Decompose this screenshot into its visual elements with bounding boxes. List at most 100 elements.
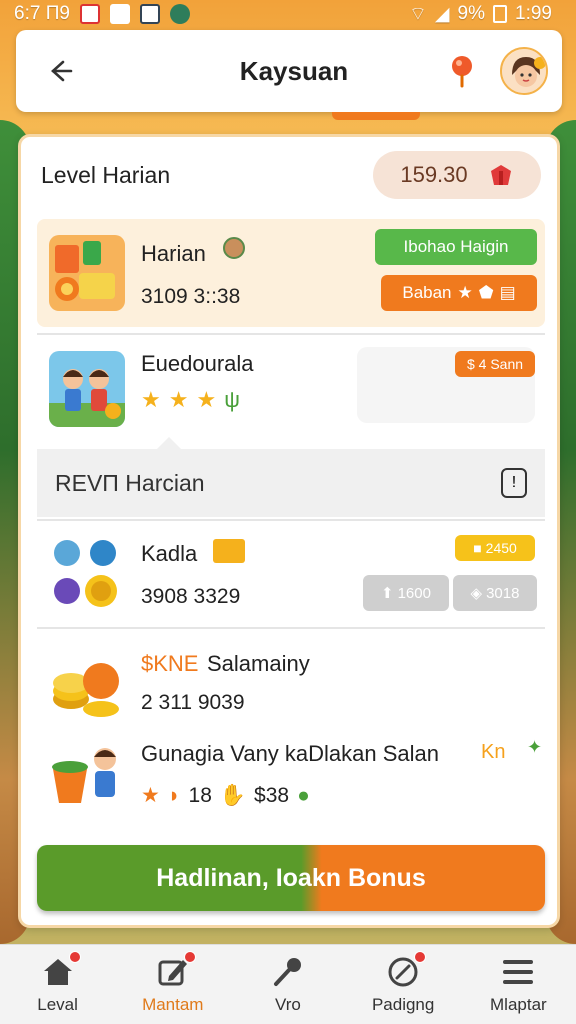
coins-thumbnail <box>49 535 125 611</box>
coin-icons <box>49 535 125 611</box>
divider <box>37 519 545 521</box>
price-badge-label: $ 4 Sann <box>466 356 524 372</box>
nav-item-mantam[interactable]: Mantam <box>118 950 228 1015</box>
level-amount-pill[interactable]: 159.30 <box>373 151 541 199</box>
star-icon: ★ <box>141 387 161 412</box>
list-item-salamainy[interactable]: $KNE Salamainy 2 311 9039 <box>37 637 545 727</box>
coin-badge[interactable]: ■ 2450 <box>455 535 535 561</box>
badge-icon: ⬟ <box>478 283 494 302</box>
page-title: Kaysuan <box>239 55 349 86</box>
sparkle-icon: ✦ <box>527 737 543 757</box>
location-icon <box>169 4 190 24</box>
status-time: 1:99 <box>515 3 552 24</box>
wifi-icon: ⌔ <box>409 4 427 25</box>
stat-value: 18 <box>188 783 212 807</box>
back-button[interactable] <box>42 54 76 88</box>
row-title: Harian <box>141 241 206 266</box>
compass-icon <box>386 950 427 989</box>
user-avatar-icon <box>502 49 546 93</box>
kids-thumbnail <box>49 351 125 427</box>
list-item-kadla[interactable]: Kadla 3908 3329 ■ 2450 ⬆ 1600 ◈ 3018 <box>37 523 545 621</box>
stat-chip-2-label: 3018 <box>486 584 520 602</box>
gift-box-icon <box>213 539 245 563</box>
nav-item-padigng[interactable]: Padigng <box>348 950 458 1015</box>
battery-level: 9% <box>457 3 486 24</box>
reward-button-label: Baban <box>402 283 452 302</box>
star-icon: ★ <box>196 387 217 412</box>
reward-button[interactable]: Baban ★ ⬟ ▤ <box>381 275 537 311</box>
menu-icon <box>501 955 535 989</box>
coin-badge-label: 2450 <box>485 540 517 556</box>
level-amount: 159.30 <box>400 162 468 187</box>
bottom-navigation: Leval Mantam Vro Padigng Mlaptar <box>0 944 576 1024</box>
signal-icon: ◢ <box>434 3 450 25</box>
star-icon: ★ <box>457 283 473 302</box>
avatar[interactable] <box>500 47 548 95</box>
coin-badge-icon: ■ <box>473 540 482 556</box>
gallery-icon <box>139 4 160 24</box>
stat-chip-1[interactable]: ⬆ 1600 <box>363 575 449 611</box>
battery-icon <box>493 5 508 23</box>
list-item-euedourala[interactable]: Euedourala ★ ★ ★ ψ $ 4 Sann <box>37 343 545 433</box>
treasure-icon <box>49 235 125 311</box>
map-pin-icon <box>452 56 472 88</box>
row-title-suffix: Kn <box>481 741 506 763</box>
exclamation-icon: ! <box>511 474 517 491</box>
character-icon <box>223 237 245 259</box>
stat-chip-2[interactable]: ◈ 3018 <box>453 575 537 611</box>
section-pointer <box>157 437 181 449</box>
level-title: Level Harian <box>41 161 171 188</box>
section-header: REVΠ Harcian ! <box>37 449 545 517</box>
level-header: Level Harian 159.30 <box>41 149 541 201</box>
fish-icon: ◗ <box>167 783 181 807</box>
document-icon: ▤ <box>499 283 516 302</box>
gift-icon <box>490 165 511 185</box>
nav-label: Vro <box>275 994 301 1014</box>
nav-item-mlaptar[interactable]: Mlaptar <box>463 955 573 1015</box>
main-card: Level Harian 159.30 Harian 3109 3::38 Ib <box>18 134 560 928</box>
list-item-harian[interactable]: Harian 3109 3::38 Ibohao Haigin Baban ★ … <box>37 219 545 327</box>
row-title-prefix: $KNE <box>141 651 199 676</box>
section-title: REVΠ Harcian <box>55 469 205 496</box>
app-header: Kaysuan <box>16 30 562 112</box>
basket-character-icon <box>49 735 125 811</box>
header-tab-indicator <box>332 112 420 120</box>
row-title: Salamainy <box>207 651 310 676</box>
bonus-cta-button[interactable]: Hadlinan, Ioakn Bonus <box>37 845 545 911</box>
notification-dot <box>68 950 81 963</box>
row-title: Gunagia Vany kaDlakan Salan <box>141 741 440 766</box>
nav-item-leval[interactable]: Leval <box>3 950 113 1015</box>
children-icon <box>49 351 125 427</box>
rewards-thumbnail <box>49 235 125 311</box>
app-icon <box>109 4 130 24</box>
divider <box>37 333 545 335</box>
star-icon: ★ <box>141 784 160 807</box>
nav-label: Mlaptar <box>490 994 547 1014</box>
notification-icon <box>79 4 100 24</box>
price-badge[interactable]: $ 4 Sann <box>455 351 535 377</box>
hand-icon: ✋ <box>219 783 247 807</box>
home-icon <box>41 950 81 989</box>
nav-label: Padigng <box>371 994 435 1014</box>
claim-button-label: Ibohao Haigin <box>403 237 509 256</box>
bag-icon: ● <box>297 783 310 807</box>
status-bar: 6:7 Π9 ⌔ ◢ 9% 1:99 <box>0 0 576 28</box>
notification-dot <box>183 950 196 963</box>
grass-icon: ψ <box>224 387 240 412</box>
location-pin-button[interactable] <box>442 51 482 91</box>
row-title: Euedourala <box>141 351 254 376</box>
nav-label: Mantam <box>142 994 204 1014</box>
list-item-gunagia[interactable]: Gunagia Vany kaDlakan Salan Kn ✦ ★ ◗ 18 … <box>37 729 545 825</box>
claim-button[interactable]: Ibohao Haigin <box>375 229 537 265</box>
rating-stars: ★ ★ ★ ψ <box>141 387 240 413</box>
status-time-left: 6:7 Π9 <box>14 3 70 24</box>
divider <box>37 627 545 629</box>
info-button[interactable]: ! <box>501 468 527 498</box>
basket-thumbnail <box>49 735 125 811</box>
notification-dot <box>414 950 427 963</box>
row-title: Kadla <box>141 541 198 566</box>
mic-icon <box>271 955 305 989</box>
gold-thumbnail <box>49 647 125 723</box>
nav-item-vro[interactable]: Vro <box>233 955 343 1015</box>
person-icon: ⬆ <box>381 585 394 602</box>
